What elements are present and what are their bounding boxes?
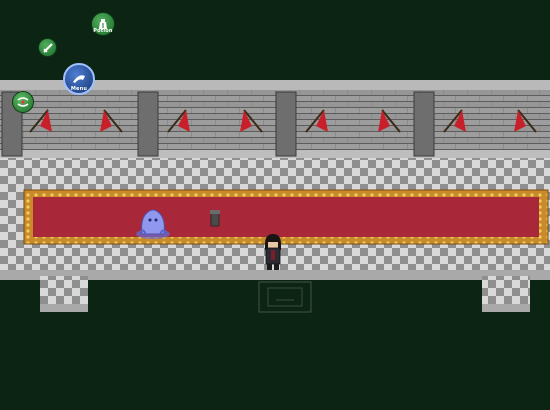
wall-pillar	[413, 91, 435, 157]
wind-icon	[17, 97, 29, 107]
castle-wall	[0, 90, 550, 150]
left-alcove-floor[interactable]	[40, 276, 88, 306]
door-marker[interactable]	[258, 281, 312, 313]
stone-statue[interactable]	[210, 210, 220, 227]
right-alcove-edge	[482, 304, 530, 312]
wind-button[interactable]	[12, 91, 34, 113]
game-scene[interactable]	[0, 0, 550, 410]
menu-icon	[73, 75, 85, 83]
potion-button[interactable]: Potion	[91, 12, 115, 36]
menu-button[interactable]: Menu	[63, 63, 95, 95]
red-carpet[interactable]	[33, 197, 539, 237]
wall-pillar	[275, 91, 297, 157]
right-alcove-floor[interactable]	[482, 276, 530, 306]
wall-pillar	[137, 91, 159, 157]
menu-label: Menu	[70, 86, 88, 92]
sword-button[interactable]	[38, 38, 57, 57]
sword-icon	[42, 42, 53, 53]
left-alcove-edge	[40, 304, 88, 312]
wall-base	[0, 150, 550, 158]
potion-label: Potion	[93, 28, 113, 34]
